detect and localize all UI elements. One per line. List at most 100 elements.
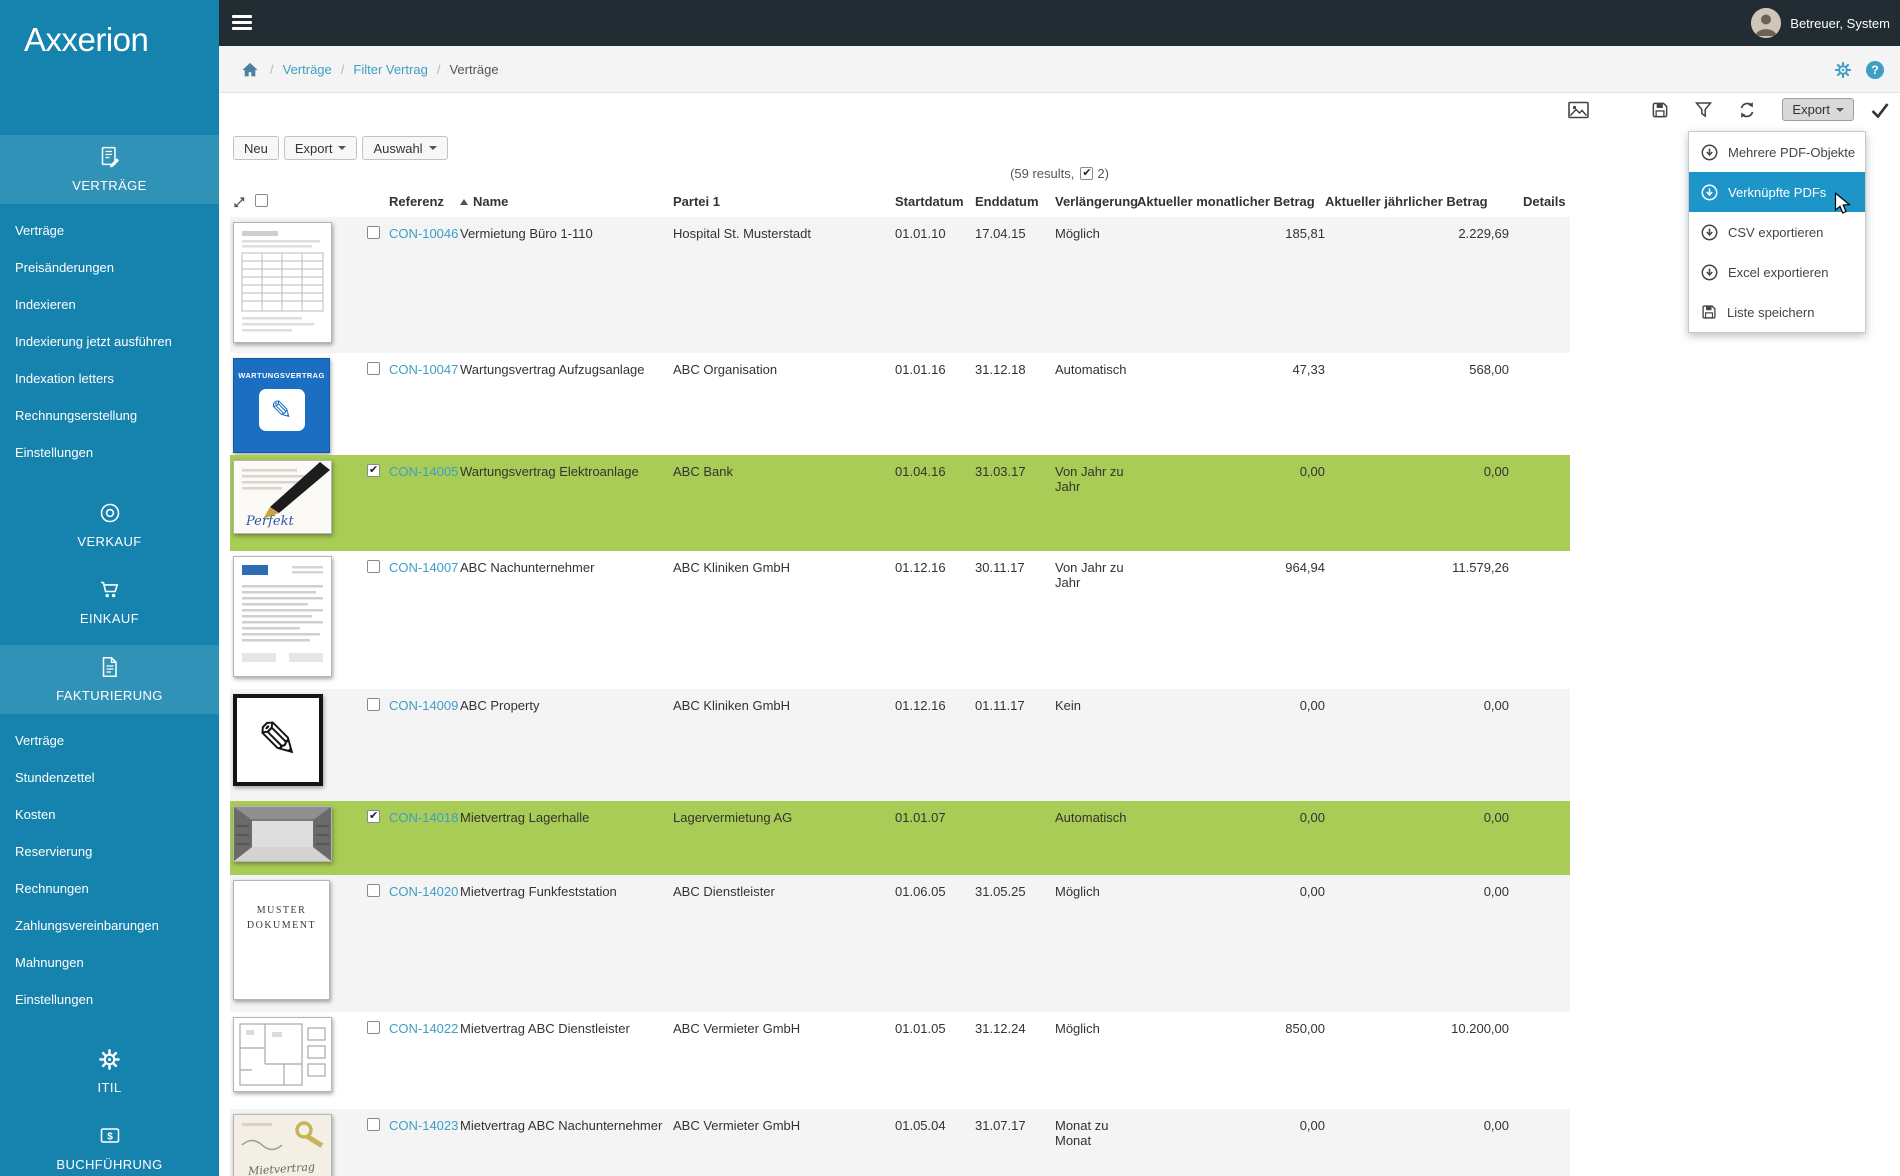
cell-jaehrlicher-betrag: 0,00 <box>1483 1118 1509 1133</box>
document-thumbnail[interactable] <box>233 556 332 677</box>
sidebar-section-fakturierung[interactable]: FAKTURIERUNG <box>0 645 219 714</box>
cell-jaehrlicher-betrag: 0,00 <box>1483 884 1509 899</box>
column-header-monatlicher-betrag[interactable]: Aktueller monatlicher Betrag <box>1137 190 1325 217</box>
confirm-check-icon[interactable] <box>1870 101 1890 119</box>
sidebar-item-indexation-letters[interactable]: Indexation letters <box>0 360 219 397</box>
referenz-link[interactable]: CON-14022 <box>389 1021 458 1036</box>
cell-startdatum: 01.04.16 <box>895 464 946 479</box>
sidebar-item-rechnungserstellung[interactable]: Rechnungserstellung <box>0 397 219 434</box>
column-header-name[interactable]: Name <box>460 190 665 217</box>
menu-item-liste-speichern[interactable]: Liste speichern <box>1689 292 1865 332</box>
sidebar-item-zahlungsvereinbarungen[interactable]: Zahlungsvereinbarungen <box>0 907 219 944</box>
referenz-link[interactable]: CON-14020 <box>389 884 458 899</box>
sidebar-item-kosten[interactable]: Kosten <box>0 796 219 833</box>
row-checkbox[interactable] <box>367 226 380 239</box>
menu-item-mehrere-pdf-objekte[interactable]: Mehrere PDF-Objekte <box>1689 132 1865 172</box>
referenz-link[interactable]: CON-14023 <box>389 1118 458 1133</box>
document-thumbnail[interactable]: Perfekt <box>233 460 332 534</box>
table-row[interactable]: CON-14007 ABC Nachunternehmer ABC Klinik… <box>230 551 1570 689</box>
hamburger-menu-icon[interactable] <box>232 15 252 33</box>
document-thumbnail[interactable]: MUSTER DOKUMENT <box>233 880 330 1000</box>
cell-monatlicher-betrag: 850,00 <box>1285 1021 1325 1036</box>
filter-icon[interactable] <box>1695 101 1713 118</box>
sidebar-item-einstellungen-fakturierung[interactable]: Einstellungen <box>0 981 219 1018</box>
auswahl-button[interactable]: Auswahl <box>362 136 448 160</box>
referenz-link[interactable]: CON-14018 <box>389 810 458 825</box>
referenz-link[interactable]: CON-14007 <box>389 560 458 575</box>
table-row-selected[interactable]: CON-14018 Mietvertrag Lagerhalle Lagerve… <box>230 801 1570 875</box>
breadcrumb-link-vertraege[interactable]: Verträge <box>283 62 332 77</box>
row-checkbox[interactable] <box>367 362 380 375</box>
sidebar-item-preisaenderungen[interactable]: Preisänderungen <box>0 249 219 286</box>
column-header-referenz[interactable]: Referenz <box>385 190 460 217</box>
referenz-link[interactable]: CON-10046 <box>389 226 458 241</box>
table-row[interactable]: CON-14022 Mietvertrag ABC Dienstleister … <box>230 1012 1570 1109</box>
sidebar-section-buchfuehrung[interactable]: $ BUCHFÜHRUNG <box>0 1114 219 1176</box>
refresh-icon[interactable] <box>1738 101 1756 119</box>
expand-icon[interactable] <box>233 196 246 209</box>
photo-thumbnail[interactable] <box>233 806 332 862</box>
row-checkbox[interactable] <box>367 698 380 711</box>
sidebar-item-rechnungen[interactable]: Rechnungen <box>0 870 219 907</box>
sidebar-item-mahnungen[interactable]: Mahnungen <box>0 944 219 981</box>
home-icon[interactable] <box>241 61 259 78</box>
document-thumbnail[interactable]: ✎ <box>233 694 323 786</box>
cell-partei: ABC Vermieter GmbH <box>673 1118 801 1133</box>
table-row[interactable]: CON-10046 Vermietung Büro 1-110 Hospital… <box>230 217 1570 353</box>
sidebar-section-verkauf[interactable]: VERKAUF <box>0 491 219 560</box>
row-checkbox[interactable] <box>367 1118 380 1131</box>
column-header-enddatum[interactable]: Enddatum <box>955 190 1039 217</box>
sidebar-item-vertraege[interactable]: Verträge <box>0 212 219 249</box>
sidebar-item-indexierung-jetzt-ausfuehren[interactable]: Indexierung jetzt ausführen <box>0 323 219 360</box>
sidebar-item-stundenzettel[interactable]: Stundenzettel <box>0 759 219 796</box>
sidebar-item-reservierung[interactable]: Reservierung <box>0 833 219 870</box>
neu-button[interactable]: Neu <box>233 136 279 160</box>
referenz-link[interactable]: CON-10047 <box>389 362 458 377</box>
row-checkbox-checked[interactable] <box>367 809 380 823</box>
select-all-checkbox[interactable] <box>254 194 268 207</box>
table-row[interactable]: MUSTER DOKUMENT CON-14020 Mietvertrag Fun… <box>230 875 1570 1012</box>
referenz-link[interactable]: CON-14005 <box>389 464 458 479</box>
cell-monatlicher-betrag: 185,81 <box>1285 226 1325 241</box>
menu-item-csv-exportieren[interactable]: CSV exportieren <box>1689 212 1865 252</box>
floorplan-thumbnail[interactable] <box>233 1017 332 1092</box>
user-menu[interactable]: Betreuer, System <box>1751 8 1890 38</box>
sidebar-item-vertraege-fakturierung[interactable]: Verträge <box>0 722 219 759</box>
sidebar-section-vertraege[interactable]: VERTRÄGE <box>0 135 219 204</box>
sidebar-section-einkauf[interactable]: EINKAUF <box>0 568 219 637</box>
breadcrumb-link-filter-vertrag[interactable]: Filter Vertrag <box>353 62 427 77</box>
table-row[interactable]: WARTUNGSVERTRAG ✎ CON-10047 Wartungsvert… <box>230 353 1570 455</box>
referenz-link[interactable]: CON-14009 <box>389 698 458 713</box>
export-button[interactable]: Export <box>283 136 358 160</box>
app-logo[interactable]: Axxerion <box>0 0 219 80</box>
row-checkbox[interactable] <box>367 560 380 573</box>
sidebar-section-itil[interactable]: ITIL <box>0 1038 219 1106</box>
help-icon[interactable] <box>1866 60 1884 79</box>
settings-gear-icon[interactable] <box>1834 61 1852 79</box>
sidebar-item-einstellungen[interactable]: Einstellungen <box>0 434 219 471</box>
column-header-verlaengerung[interactable]: Verlängerung <box>1035 190 1138 217</box>
row-checkbox[interactable] <box>367 884 380 897</box>
table-row-selected[interactable]: Perfekt CON-14005 Wartungsvertrag Elektr… <box>230 455 1570 551</box>
column-header-details[interactable]: Details <box>1509 190 1570 217</box>
export-dropdown-button[interactable]: Export <box>1782 98 1854 121</box>
cell-enddatum <box>955 801 1035 875</box>
document-thumbnail[interactable]: WARTUNGSVERTRAG ✎ <box>233 358 330 453</box>
row-checkbox-checked[interactable] <box>367 463 380 477</box>
save-icon[interactable] <box>1651 101 1669 119</box>
cell-name: Mietvertrag ABC Dienstleister <box>460 1021 630 1036</box>
menu-item-verknuepfte-pdfs[interactable]: Verknüpfte PDFs <box>1689 172 1865 212</box>
table-row[interactable]: Mietvertrag CON-14023 Mietvertrag ABC Na… <box>230 1109 1570 1176</box>
sidebar-item-indexieren[interactable]: Indexieren <box>0 286 219 323</box>
checked-box-icon <box>1080 166 1094 180</box>
image-view-icon[interactable] <box>1568 101 1590 119</box>
document-thumbnail[interactable] <box>233 222 332 343</box>
row-checkbox[interactable] <box>367 1021 380 1034</box>
cell-details <box>1509 217 1570 353</box>
table-row[interactable]: ✎ CON-14009 ABC Property ABC Kliniken Gm… <box>230 689 1570 801</box>
column-header-jaehrlicher-betrag[interactable]: Aktueller jährlicher Betrag <box>1325 190 1509 217</box>
column-header-partei[interactable]: Partei 1 <box>665 190 875 217</box>
photo-thumbnail[interactable]: Mietvertrag <box>233 1114 332 1176</box>
column-header-startdatum[interactable]: Startdatum <box>875 190 964 217</box>
menu-item-excel-exportieren[interactable]: Excel exportieren <box>1689 252 1865 292</box>
